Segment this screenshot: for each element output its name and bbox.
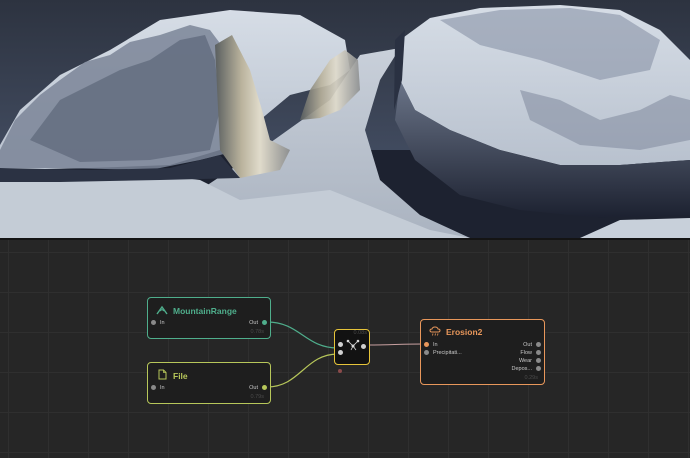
compute-time: 0.29s bbox=[524, 375, 538, 381]
node-combine[interactable]: 0.08s bbox=[334, 329, 370, 365]
wire-mountain-to-combine bbox=[266, 321, 339, 349]
output-port[interactable] bbox=[262, 385, 267, 390]
compute-time: 0.79s bbox=[250, 394, 264, 400]
input-port-label: In bbox=[160, 319, 165, 326]
output-port-label: Flow bbox=[520, 349, 532, 356]
node-mountainrange[interactable]: MountainRange In Out 0.78s bbox=[147, 297, 271, 339]
node-graph-canvas[interactable]: MountainRange In Out 0.78s File In Out 0… bbox=[0, 240, 690, 458]
wire-combine-to-erosion bbox=[366, 343, 425, 346]
terrain-render bbox=[0, 0, 690, 238]
input-port-in[interactable] bbox=[424, 342, 429, 347]
file-icon bbox=[158, 369, 167, 380]
output-port-deposits[interactable] bbox=[536, 366, 541, 371]
input-port-label: In bbox=[433, 341, 438, 348]
input-port[interactable] bbox=[151, 320, 156, 325]
combine-icon bbox=[346, 339, 360, 351]
mountain-icon bbox=[156, 305, 168, 315]
compute-time: 0.78s bbox=[250, 329, 264, 335]
input-port[interactable] bbox=[338, 350, 343, 355]
input-port[interactable] bbox=[151, 385, 156, 390]
cloud-rain-icon bbox=[429, 326, 441, 336]
output-port-wear[interactable] bbox=[536, 358, 541, 363]
output-port-label: Out bbox=[523, 341, 532, 348]
output-port-label: Depos... bbox=[511, 365, 532, 372]
node-file[interactable]: File In Out 0.79s bbox=[147, 362, 271, 404]
node-title: MountainRange bbox=[173, 306, 237, 316]
node-title: File bbox=[173, 371, 188, 381]
wire-file-to-combine bbox=[266, 353, 339, 388]
input-port-precipitation[interactable] bbox=[424, 350, 429, 355]
input-port[interactable] bbox=[338, 342, 343, 347]
output-port-flow[interactable] bbox=[536, 350, 541, 355]
compute-time: 0.08s bbox=[353, 330, 367, 336]
output-port-out[interactable] bbox=[536, 342, 541, 347]
output-port[interactable] bbox=[361, 344, 366, 349]
output-port-label: Wear bbox=[518, 357, 532, 364]
output-port-label: Out bbox=[249, 319, 258, 326]
input-port-label: Precipitati... bbox=[433, 349, 462, 356]
node-erosion2[interactable]: Erosion2 In Precipitati... Out Flow Wear… bbox=[420, 319, 545, 385]
output-port-label: Out bbox=[249, 384, 258, 391]
output-port[interactable] bbox=[262, 320, 267, 325]
input-port-label: In bbox=[160, 384, 165, 391]
terrain-viewport[interactable] bbox=[0, 0, 690, 238]
node-title: Erosion2 bbox=[446, 327, 483, 337]
mask-port[interactable] bbox=[338, 369, 342, 373]
